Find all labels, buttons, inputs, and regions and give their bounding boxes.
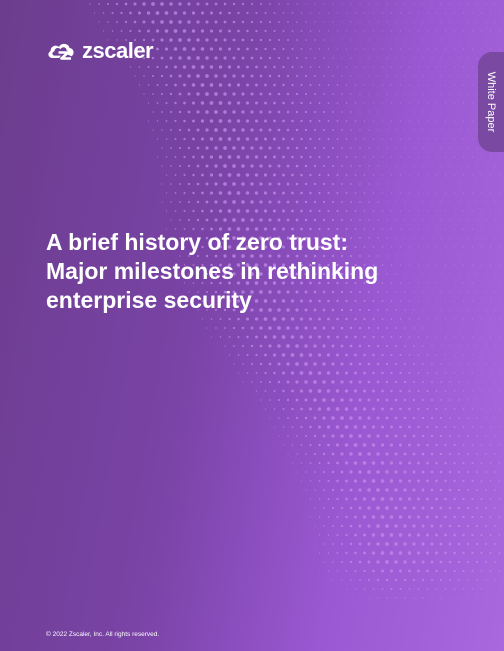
halftone-dot-pattern [89,2,501,608]
title-line: A brief history of zero trust: [46,229,348,255]
title-line: enterprise security [46,287,252,313]
zscaler-logo: zscaler [46,38,154,63]
document-type-label: White Paper [485,71,497,133]
white-paper-cover: zscaler White Paper A brief history of z… [0,0,504,651]
copyright-notice: © 2022 Zscaler, Inc. All rights reserved… [46,631,160,638]
title-line: Major milestones in rethinking [46,258,379,284]
zscaler-wordmark: zscaler [82,38,154,63]
zscaler-cloud-icon [48,43,74,60]
document-title: A brief history of zero trust: Major mil… [46,228,446,315]
